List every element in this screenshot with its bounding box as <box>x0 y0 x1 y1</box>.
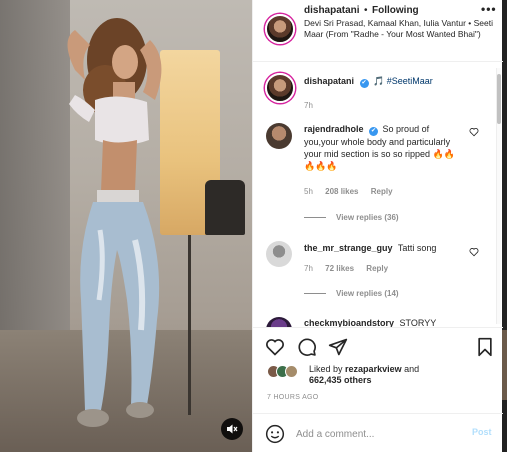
studio-lamp <box>205 180 245 235</box>
commenter-username[interactable]: the_mr_strange_guy <box>304 243 393 253</box>
comment-time: 7h <box>304 264 313 273</box>
heart-icon[interactable] <box>265 337 285 357</box>
like-comment-heart-icon[interactable] <box>469 127 479 137</box>
commenter-username[interactable]: checkmybioandstory <box>304 318 394 327</box>
following-button[interactable]: Following <box>372 5 419 16</box>
reply-button[interactable]: Reply <box>366 264 388 273</box>
verified-badge-icon: ✔ <box>359 79 369 88</box>
view-replies-button[interactable]: View replies (36) <box>304 213 399 222</box>
add-comment-bar: Post <box>253 413 503 452</box>
view-replies-button[interactable]: View replies (14) <box>304 289 399 298</box>
liked-by-prefix: Liked by <box>309 364 343 374</box>
reply-button[interactable]: Reply <box>371 187 393 196</box>
commenter-avatar[interactable] <box>266 123 292 149</box>
author-username[interactable]: dishapatani <box>304 5 360 16</box>
caption-text[interactable]: 🎵 #SeetiMaar <box>373 76 433 86</box>
comment-likes[interactable]: 72 likes <box>325 264 354 273</box>
audio-attribution[interactable]: Devi Sri Prasad, Kamaal Khan, Iulia Vant… <box>304 18 494 40</box>
comment-item: checkmybioandstory STORYY <box>253 315 493 327</box>
like-comment-heart-icon[interactable] <box>469 247 479 257</box>
likes-count[interactable]: 662,435 others <box>309 375 372 385</box>
comment-text: Tatti song <box>397 243 437 253</box>
video-subject <box>67 18 162 427</box>
post-video[interactable] <box>0 0 252 452</box>
caption-avatar[interactable] <box>265 73 295 103</box>
comment-time: 5h <box>304 187 313 196</box>
caption-username[interactable]: dishapatani <box>304 76 354 86</box>
comment-text: STORYY <box>399 318 437 327</box>
post-actions: Liked by rezaparkview and 662,435 others… <box>253 327 503 452</box>
likes-summary: Liked by rezaparkview and 662,435 others <box>267 364 497 386</box>
comments-scrollbar[interactable] <box>496 68 501 324</box>
instagram-post-modal: dishapatani • Following Devi Sri Prasad,… <box>0 0 507 452</box>
commenter-avatar[interactable] <box>266 317 292 327</box>
save-icon[interactable] <box>475 337 495 357</box>
mute-button[interactable] <box>221 418 243 440</box>
liker-avatar[interactable] <box>285 365 298 378</box>
comments-list[interactable]: dishapatani ✔ 🎵 #SeetiMaar 7h rajendradh… <box>253 63 503 327</box>
commenter-avatar[interactable] <box>266 241 292 267</box>
verified-badge-icon: ✔ <box>369 127 379 136</box>
post-caption: dishapatani ✔ 🎵 #SeetiMaar 7h <box>253 71 493 111</box>
post-side-panel: dishapatani • Following Devi Sri Prasad,… <box>252 0 503 452</box>
liked-by-user[interactable]: rezaparkview <box>345 364 402 374</box>
comment-input[interactable] <box>296 426 456 442</box>
author-avatar[interactable] <box>265 14 295 44</box>
post-comment-button[interactable]: Post <box>472 427 492 437</box>
commenter-username[interactable]: rajendradhole <box>304 124 364 134</box>
share-icon[interactable] <box>328 337 348 357</box>
comment-item: the_mr_strange_guy Tatti song 7h 72 like… <box>253 239 493 309</box>
comment-item: rajendradhole ✔ So proud of you,your who… <box>253 121 493 231</box>
caption-time: 7h <box>304 101 313 110</box>
header-separator: • <box>364 5 368 16</box>
emoji-icon[interactable] <box>265 424 285 444</box>
comment-likes[interactable]: 208 likes <box>325 187 358 196</box>
post-timestamp[interactable]: 7 HOURS AGO <box>267 394 319 401</box>
comment-icon[interactable] <box>297 337 317 357</box>
mute-icon <box>227 424 238 434</box>
liked-by-connector: and <box>404 364 420 374</box>
post-header: dishapatani • Following Devi Sri Prasad,… <box>253 0 503 62</box>
more-options-icon[interactable]: ••• <box>481 2 497 16</box>
